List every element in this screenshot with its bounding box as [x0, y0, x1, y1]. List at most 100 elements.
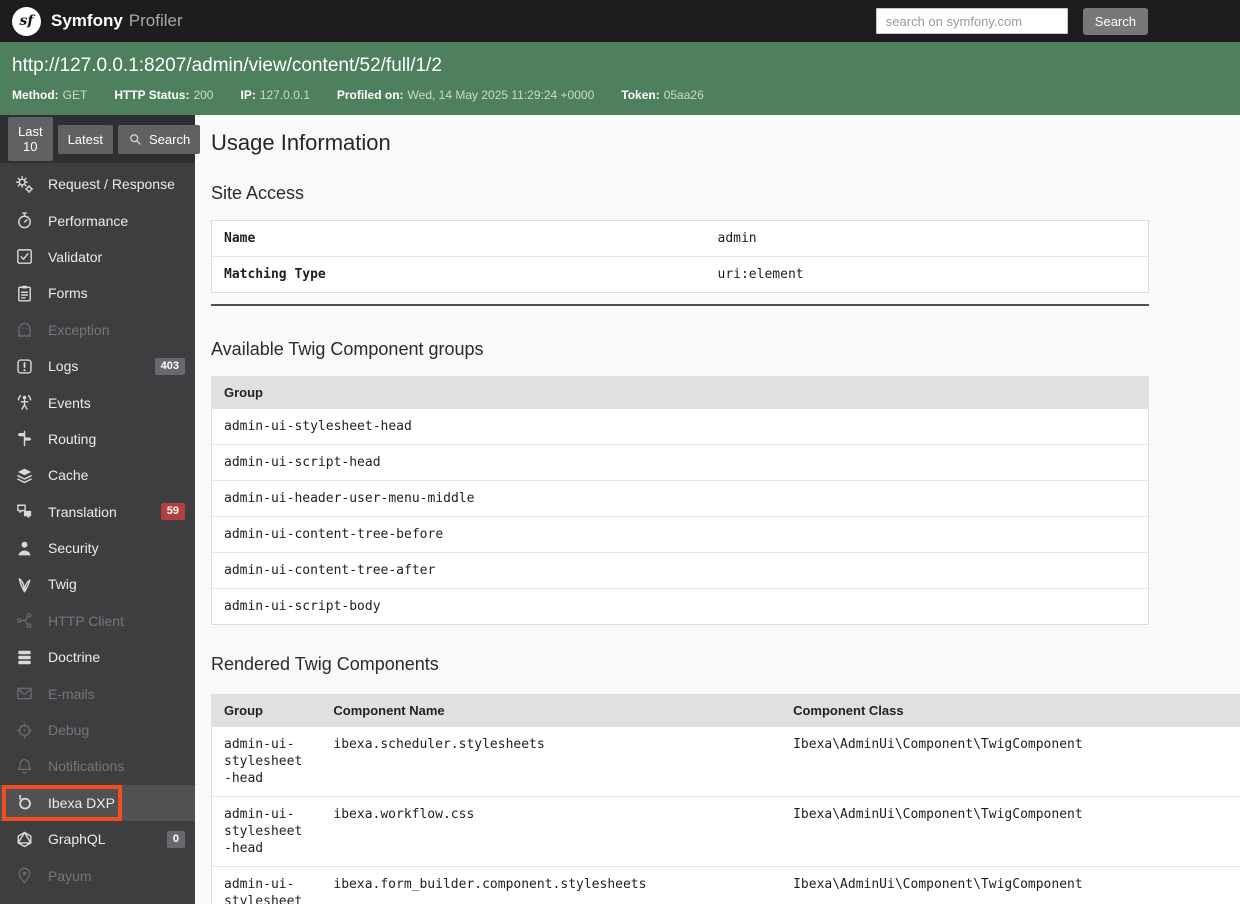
group-name: admin-ui-header-user-menu-middle: [211, 480, 1149, 517]
symfony-logo-icon: sf: [12, 6, 41, 36]
row-label: Name: [224, 231, 256, 246]
sidebar-item-e-mails: E-mails: [0, 675, 195, 711]
button-label: Latest: [67, 131, 103, 147]
component-groups-table: Group admin-ui-stylesheet-head admin-ui-s…: [211, 376, 1149, 625]
sidebar-item-label: Exception: [48, 321, 110, 338]
layers-icon: [14, 465, 34, 485]
component-name: ibexa.workflow.css: [321, 796, 782, 867]
graphql-icon: [14, 829, 34, 849]
sidebar-item-logs[interactable]: Logs 403: [0, 348, 195, 384]
clipboard-icon: [14, 283, 34, 303]
request-meta: Method: GET HTTP Status: 200 IP: 127.0.0.1 Pro…: [12, 88, 1228, 102]
server-stack-icon: [14, 647, 34, 667]
column-header-component-name: Component Name: [321, 694, 782, 727]
broadcast-icon: [14, 393, 34, 413]
sidebar-item-label: Validator: [48, 248, 103, 265]
table-row: admin-ui-header-user-menu-middle: [211, 480, 1149, 517]
sidebar-item-label: Translation: [48, 503, 117, 520]
sidebar-item-label: Logs: [48, 358, 79, 375]
column-header-group: Group: [211, 694, 322, 727]
component-groups-heading: Available Twig Component groups: [211, 339, 484, 359]
button-label: Search: [149, 131, 191, 147]
rendered-components-heading: Rendered Twig Components: [211, 654, 439, 674]
meta-label: HTTP Status:: [114, 88, 190, 102]
sidebar-item-cache[interactable]: Cache: [0, 457, 195, 493]
group-name: admin-ui-script-head: [211, 444, 1149, 481]
group-name: admin-ui-stylesheet-head: [224, 419, 412, 434]
sidebar-item-performance[interactable]: Performance: [0, 202, 195, 238]
table-row: admin-ui-stylesheet-head ibexa.workflow.c…: [211, 796, 1240, 867]
translation-count-badge: 59: [160, 503, 185, 521]
component-group: admin-ui-stylesheet-head: [211, 796, 322, 867]
crosshair-icon: [14, 720, 34, 740]
sidebar-item-twig[interactable]: Twig: [0, 566, 195, 602]
sidebar-item-forms[interactable]: Forms: [0, 275, 195, 311]
sidebar-item-payum: Payum: [0, 857, 195, 893]
table-row: admin-ui-stylesheet-headibexa.form_build…: [211, 866, 1240, 904]
row-value: admin: [717, 231, 757, 246]
meta-value: 05aa26: [663, 88, 704, 102]
component-class: Ibexa\AdminUi\Component\TwigComponent: [781, 866, 1240, 904]
sidebar-item-exception: Exception: [0, 312, 195, 348]
last-10-button[interactable]: Last 10: [8, 117, 53, 161]
sidebar-item-translation[interactable]: Translation 59: [0, 494, 195, 530]
sidebar-item-validator[interactable]: Validator: [0, 239, 195, 275]
sidebar-item-request-response[interactable]: Request / Response: [0, 166, 195, 202]
sidebar-item-ibexa-dxp[interactable]: Ibexa DXP: [0, 784, 195, 822]
stopwatch-icon: [14, 211, 34, 231]
sidebar-item-label: E-mails: [48, 685, 95, 702]
sidebar-toolbar: Last 10 Latest Search: [0, 115, 201, 163]
meta-value: 127.0.0.1: [259, 88, 310, 102]
bell-icon: [14, 756, 34, 776]
sidebar-item-label: GraphQL: [48, 831, 106, 848]
table-row: admin-ui-content-tree-after: [211, 552, 1149, 589]
sidebar-item-label: Cache: [48, 467, 89, 484]
sidebar-item-http-client: HTTP Client: [0, 603, 195, 639]
latest-button[interactable]: Latest: [57, 124, 113, 154]
sidebar-item-label: Notifications: [48, 758, 125, 775]
sidebar-item-debug: Debug: [0, 712, 195, 748]
component-class: Ibexa\AdminUi\Component\TwigComponent: [781, 796, 1240, 867]
topbar-search: Search: [875, 7, 1148, 35]
sidebar-item-routing[interactable]: Routing: [0, 421, 195, 457]
main-content: Usage Information Site Access Name admin M…: [195, 115, 1240, 904]
sidebar-item-label: Routing: [48, 430, 97, 447]
signpost-icon: [14, 429, 34, 449]
rendered-components-table: Group Component Name Component Class admin…: [211, 694, 1240, 904]
sidebar-item-label: Twig: [48, 576, 77, 593]
profiler-sidebar: Last 10 Latest Search Request / Response Pe…: [0, 115, 201, 904]
group-name: admin-ui-script-body: [211, 588, 1149, 625]
table-row: admin-ui-script-body: [211, 588, 1149, 625]
graphql-count-badge: 0: [166, 830, 185, 848]
meta-method: Method: GET: [12, 88, 87, 102]
symfony-search-input[interactable]: [875, 8, 1068, 34]
ibexa-logo-icon: [14, 793, 34, 813]
group-name: admin-ui-content-tree-after: [211, 552, 1149, 589]
exclamation-square-icon: [14, 356, 34, 376]
site-access-heading: Site Access: [211, 183, 305, 203]
person-icon: [14, 538, 34, 558]
meta-value: 200: [193, 88, 214, 102]
magnifier-icon: [128, 132, 143, 147]
meta-value: GET: [62, 88, 88, 102]
request-status-bar: http://127.0.0.1:8207/admin/view/content…: [0, 42, 1240, 115]
meta-token: Token: 05aa26: [621, 88, 704, 102]
sidebar-item-label: Payum: [48, 867, 92, 884]
logs-count-badge: 403: [154, 357, 185, 375]
sidebar-item-security[interactable]: Security: [0, 530, 195, 566]
search-button[interactable]: Search: [118, 124, 201, 154]
network-nodes-icon: [14, 611, 34, 631]
sidebar-item-events[interactable]: Events: [0, 384, 195, 420]
symfony-search-button[interactable]: Search: [1082, 7, 1148, 35]
sidebar-item-doctrine[interactable]: Doctrine: [0, 639, 195, 675]
table-row: Name admin: [212, 221, 1149, 257]
sidebar-item-label: HTTP Client: [48, 612, 124, 629]
component-name: ibexa.scheduler.stylesheets: [333, 737, 545, 752]
component-class: Ibexa\AdminUi\Component\TwigComponent: [793, 737, 1083, 752]
sidebar-item-label: Events: [48, 394, 91, 411]
table-row: admin-ui-content-tree-before: [211, 516, 1149, 553]
table-row: admin-ui-stylesheet-head ibexa.scheduler.…: [212, 727, 1240, 797]
page-title: Usage Information: [211, 130, 391, 155]
section-divider: [211, 304, 1149, 306]
sidebar-item-graphql[interactable]: GraphQL 0: [0, 821, 195, 857]
